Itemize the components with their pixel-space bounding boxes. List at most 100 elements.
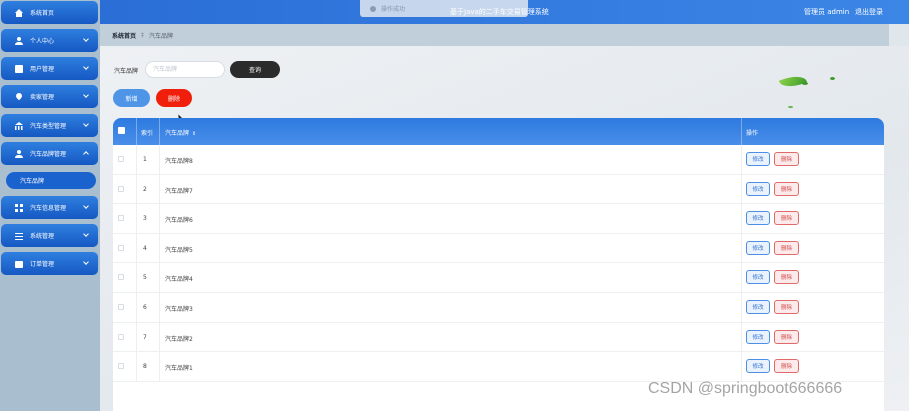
edit-button[interactable]: 修改 bbox=[746, 359, 770, 374]
header-brand[interactable]: 汽车品牌 ⇕ bbox=[165, 128, 196, 137]
sidebar-item-label: 系统首页 bbox=[30, 10, 55, 17]
row-checkbox[interactable] bbox=[118, 185, 124, 192]
table-row: 4 汽车品牌5 修改 删除 bbox=[113, 233, 884, 264]
cell-divider bbox=[159, 174, 160, 204]
row-brand: 汽车品牌2 bbox=[165, 335, 193, 343]
top-bar: 操作成功 基于Java的二手车交易管理系统 管理员 admin 退出登录 bbox=[100, 0, 909, 24]
cell-divider bbox=[741, 293, 742, 322]
sort-icon[interactable]: ⇕ bbox=[192, 131, 196, 137]
row-checkbox[interactable] bbox=[118, 156, 124, 162]
sidebar-item-label: 订单管理 bbox=[30, 261, 55, 268]
edit-button[interactable]: 修改 bbox=[746, 240, 770, 255]
row-delete-button[interactable]: 删除 bbox=[774, 329, 799, 344]
sidebar-item-user-management[interactable]: 用户管理 bbox=[1, 57, 98, 80]
row-index: 6 bbox=[143, 304, 147, 311]
breadcrumb-home[interactable]: 系统首页 bbox=[112, 31, 136, 40]
row-delete-button[interactable]: 删除 bbox=[774, 240, 799, 255]
header-index: 索引 bbox=[141, 130, 154, 137]
cell-divider bbox=[136, 145, 137, 174]
bag-icon bbox=[15, 261, 23, 268]
row-brand: 汽车品牌6 bbox=[165, 217, 193, 225]
cell-divider bbox=[741, 322, 742, 352]
delete-button[interactable]: 删除 bbox=[156, 89, 192, 107]
sidebar-item-label: 汽车信息管理 bbox=[30, 205, 67, 212]
table-row: 1 汽车品牌8 修改 删除 bbox=[113, 145, 884, 175]
table-header: 索引 汽车品牌 ⇕ 操作 bbox=[113, 118, 884, 145]
query-button[interactable]: 查询 bbox=[230, 61, 280, 78]
row-delete-button[interactable]: 删除 bbox=[774, 270, 799, 285]
cell-divider bbox=[136, 233, 137, 263]
edit-button[interactable]: 修改 bbox=[746, 211, 770, 226]
leaf-decoration bbox=[830, 77, 835, 80]
cell-divider bbox=[136, 204, 137, 233]
breadcrumb-current: 汽车品牌 bbox=[149, 32, 174, 40]
row-checkbox[interactable] bbox=[118, 304, 124, 310]
cell-divider bbox=[741, 204, 742, 233]
sidebar-item-car-info-management[interactable]: 汽车信息管理 bbox=[1, 196, 98, 219]
leaf-decoration bbox=[802, 82, 808, 85]
sidebar-item-order-management[interactable]: 订单管理 bbox=[1, 252, 98, 275]
user-icon bbox=[15, 36, 23, 45]
grid-icon bbox=[15, 203, 23, 212]
toast-message: 操作成功 bbox=[381, 6, 406, 13]
row-index: 4 bbox=[143, 244, 147, 252]
cell-divider bbox=[159, 145, 160, 174]
cell-divider bbox=[136, 263, 137, 292]
select-all-checkbox[interactable] bbox=[118, 127, 125, 134]
chevron-down-icon bbox=[83, 92, 89, 98]
row-checkbox[interactable] bbox=[118, 244, 124, 251]
document-icon bbox=[15, 64, 23, 73]
cell-divider bbox=[741, 263, 742, 292]
sidebar-item-label: 汽车品牌管理 bbox=[30, 151, 67, 158]
row-delete-button[interactable]: 删除 bbox=[774, 211, 799, 226]
row-index: 7 bbox=[143, 333, 147, 341]
logout-link[interactable]: 退出登录 bbox=[855, 7, 883, 17]
chevron-down-icon bbox=[83, 36, 89, 42]
table-row: 7 汽车品牌2 修改 删除 bbox=[113, 322, 884, 353]
edit-button[interactable]: 修改 bbox=[746, 152, 770, 166]
main-content: 汽车品牌 查询 新增 删除 索引 汽车品牌⇕ 操作 1 汽车品牌8 修改 删除 bbox=[100, 46, 909, 411]
column-divider bbox=[159, 118, 160, 145]
sidebar-item-personal-center[interactable]: 个人中心 bbox=[1, 29, 98, 52]
cell-divider bbox=[159, 233, 160, 263]
edit-button[interactable]: 修改 bbox=[746, 329, 770, 344]
row-checkbox[interactable] bbox=[118, 215, 124, 222]
app-title: 基于Java的二手车交易管理系统 bbox=[450, 8, 549, 16]
sidebar-item-car-brand-management[interactable]: 汽车品牌管理 bbox=[1, 142, 98, 165]
sidebar: 系统首页 个人中心 用户管理 卖家管理 汽车类型管理 汽车品牌管理 汽车品牌 汽… bbox=[0, 0, 100, 411]
cell-divider bbox=[136, 293, 137, 322]
cell-divider bbox=[159, 352, 160, 381]
row-checkbox[interactable] bbox=[118, 274, 124, 281]
sidebar-item-label: 系统管理 bbox=[30, 233, 55, 240]
sidebar-item-home[interactable]: 系统首页 bbox=[1, 1, 98, 24]
edit-button[interactable]: 修改 bbox=[746, 181, 770, 196]
edit-button[interactable]: 修改 bbox=[746, 300, 770, 314]
row-delete-button[interactable]: 删除 bbox=[774, 300, 799, 314]
add-button[interactable]: 新增 bbox=[113, 89, 150, 107]
sidebar-item-system-management[interactable]: 系统管理 bbox=[1, 224, 98, 247]
row-delete-button[interactable]: 删除 bbox=[774, 181, 799, 196]
row-checkbox[interactable] bbox=[118, 333, 124, 340]
bank-icon bbox=[15, 121, 23, 130]
edit-button[interactable]: 修改 bbox=[746, 270, 770, 285]
row-brand: 汽车品牌8 bbox=[165, 158, 193, 165]
sidebar-subitem-car-brand[interactable]: 汽车品牌 bbox=[6, 172, 96, 189]
cell-divider bbox=[136, 174, 137, 204]
row-delete-button[interactable]: 删除 bbox=[774, 359, 799, 374]
row-brand: 汽车品牌1 bbox=[165, 365, 193, 373]
admin-label: 管理员 admin bbox=[804, 8, 850, 16]
sidebar-item-label: 卖家管理 bbox=[30, 94, 55, 101]
row-checkbox[interactable] bbox=[118, 363, 124, 370]
sidebar-item-car-type-management[interactable]: 汽车类型管理 bbox=[1, 114, 98, 137]
breadcrumb: 系统首页 ‡ 汽车品牌 bbox=[100, 24, 889, 46]
table-row: 5 汽车品牌4 修改 删除 bbox=[113, 263, 884, 293]
row-index: 5 bbox=[143, 274, 147, 282]
table-row: 3 汽车品牌6 修改 删除 bbox=[113, 204, 884, 234]
search-input[interactable] bbox=[145, 61, 225, 78]
row-delete-button[interactable]: 删除 bbox=[774, 152, 799, 166]
menu-icon bbox=[15, 231, 23, 240]
cell-divider bbox=[159, 204, 160, 233]
sidebar-item-seller-management[interactable]: 卖家管理 bbox=[1, 85, 98, 108]
cell-divider bbox=[741, 145, 742, 174]
breadcrumb-separator: ‡ bbox=[141, 31, 145, 39]
